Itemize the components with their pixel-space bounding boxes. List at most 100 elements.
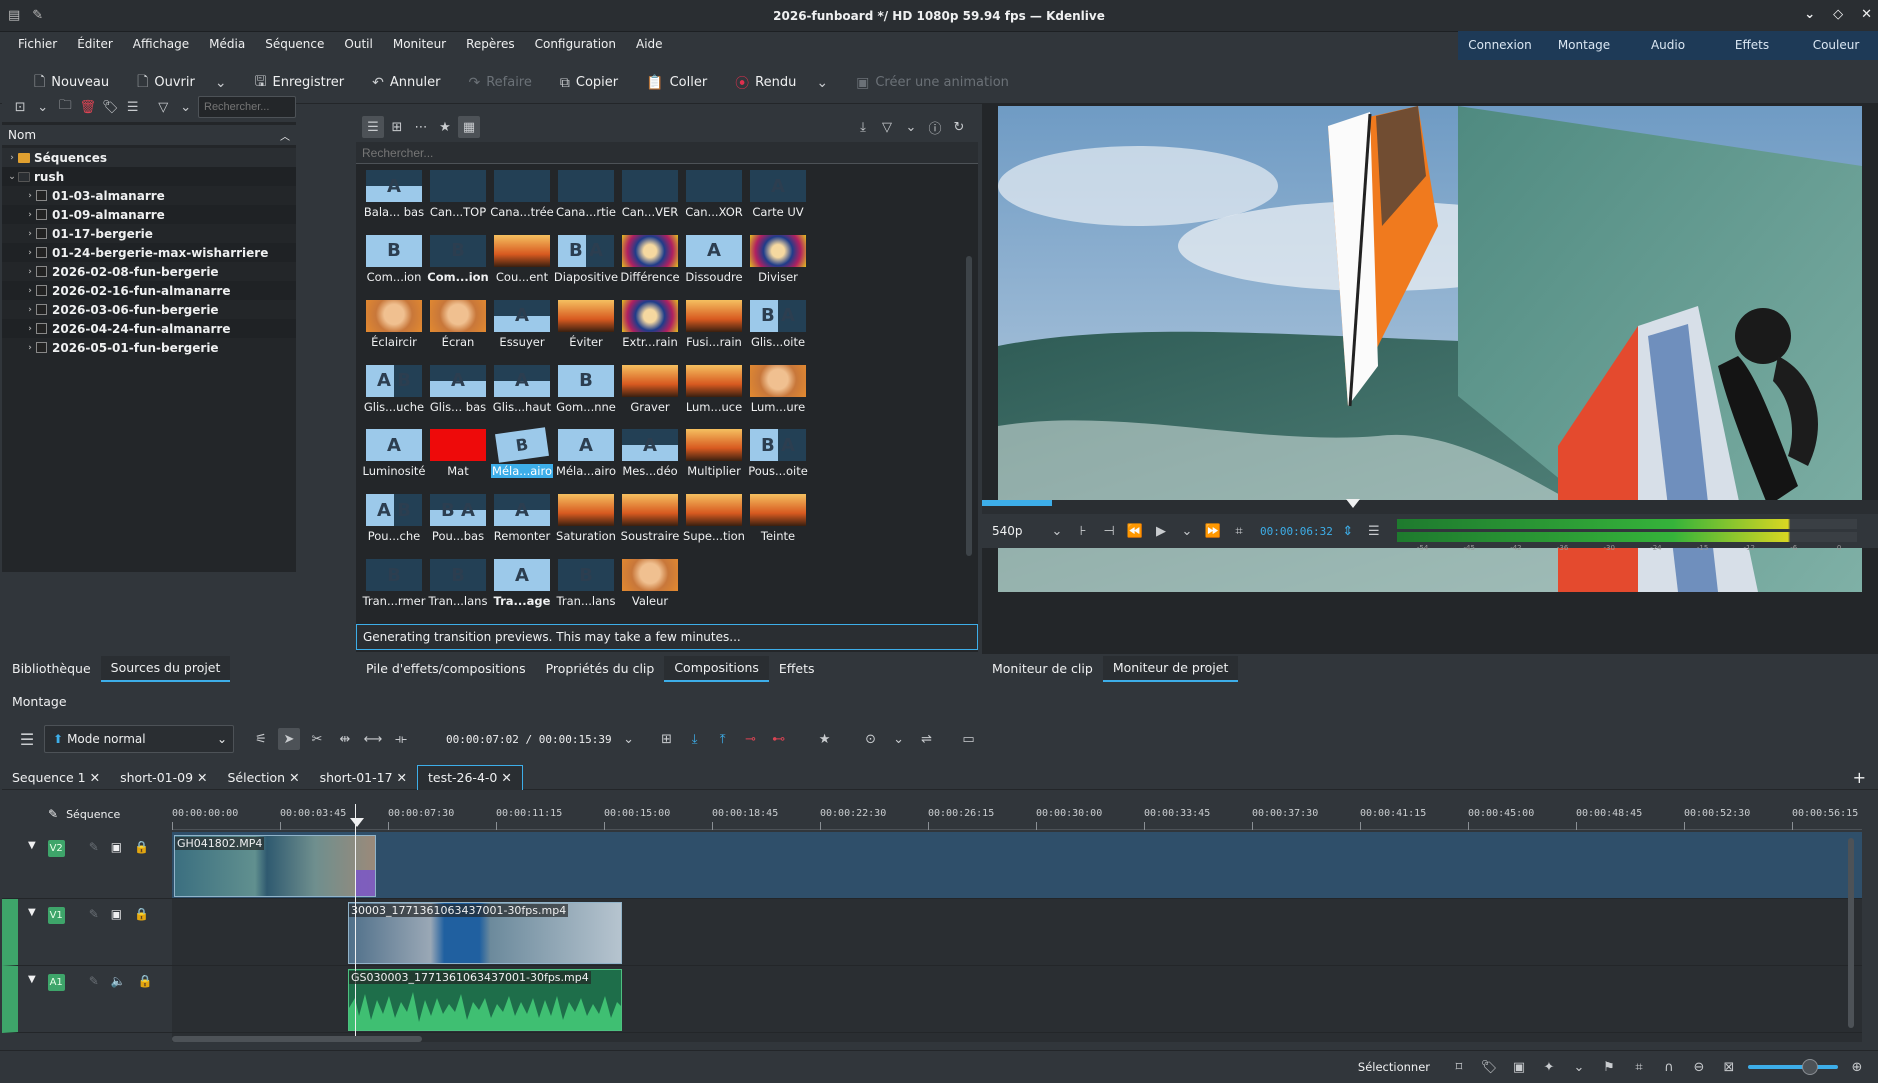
clip-item[interactable]: › 01-17-bergerie bbox=[2, 224, 296, 243]
tab-effect-stack[interactable]: Pile d'effets/compositions bbox=[356, 657, 536, 681]
clip-item[interactable]: › 2026-02-08-fun-bergerie bbox=[2, 262, 296, 281]
track-name[interactable]: V1 bbox=[47, 907, 65, 924]
composition-item[interactable]: Mat bbox=[426, 427, 490, 482]
chevron-right-icon[interactable]: › bbox=[24, 324, 36, 334]
zoom-fit-icon[interactable]: ⊠ bbox=[1718, 1056, 1740, 1078]
zoom-out-icon[interactable]: ⊖ bbox=[1688, 1056, 1710, 1078]
composition-item[interactable]: Éviter bbox=[554, 298, 618, 353]
effect-icon[interactable]: ✎ bbox=[89, 907, 99, 921]
menu-settings[interactable]: Configuration bbox=[525, 37, 626, 51]
tab-sequence[interactable]: Sélection ✕ bbox=[218, 766, 310, 790]
chevron-right-icon[interactable]: › bbox=[24, 191, 36, 201]
chevron-down-icon[interactable]: ⌄ bbox=[888, 728, 910, 750]
composition-item[interactable]: A Tra...age bbox=[490, 557, 554, 612]
composition-item[interactable]: A B Pou...che bbox=[362, 492, 426, 547]
composition-item[interactable]: Cana...trée bbox=[490, 168, 554, 223]
clip-item[interactable]: › 2026-04-24-fun-almanarre bbox=[2, 319, 296, 338]
tab-compositions[interactable]: Compositions bbox=[664, 656, 769, 682]
layout-color[interactable]: Couleur bbox=[1794, 31, 1878, 60]
mixer-icon[interactable]: ⇌ bbox=[916, 728, 938, 750]
redo-button[interactable]: ↷ Refaire bbox=[456, 68, 543, 98]
layout-audio[interactable]: Audio bbox=[1626, 31, 1710, 60]
bin-column-header[interactable]: Nom ︿ bbox=[2, 124, 296, 146]
composition-item[interactable]: A B Glis...uche bbox=[362, 363, 426, 418]
composition-item[interactable]: A Glis... bas bbox=[426, 363, 490, 418]
menu-edit[interactable]: Éditer bbox=[67, 37, 123, 51]
clip-item[interactable]: › 2026-02-16-fun-almanarre bbox=[2, 281, 296, 300]
set-in-icon[interactable]: ⊦ bbox=[1072, 520, 1094, 542]
more-icon[interactable]: ⋯ bbox=[410, 116, 432, 138]
razor-tool-icon[interactable]: ✂ bbox=[306, 728, 328, 750]
clip-item[interactable]: › 2026-03-06-fun-bergerie bbox=[2, 300, 296, 319]
chevron-down-icon[interactable]: ⌄ bbox=[1046, 520, 1068, 542]
zoom-in-icon[interactable]: ⊕ bbox=[1846, 1056, 1868, 1078]
composition-item[interactable]: B Gom...nne bbox=[554, 363, 618, 418]
spin-icon[interactable]: ⇕ bbox=[1337, 520, 1359, 542]
clip-item[interactable]: › 01-24-bergerie-max-wisharriere bbox=[2, 243, 296, 262]
chevron-down-icon[interactable]: ⌄ bbox=[176, 96, 197, 118]
composition-item[interactable]: Cana...rtie bbox=[554, 168, 618, 223]
tab-sequence[interactable]: Sequence 1 ✕ bbox=[2, 766, 110, 790]
chevron-down-icon[interactable]: ⌄ bbox=[1568, 1056, 1590, 1078]
track-name[interactable]: V2 bbox=[47, 840, 65, 857]
chevron-down-icon[interactable]: ⌄ bbox=[618, 728, 640, 750]
layout-editing[interactable]: Montage bbox=[1542, 31, 1626, 60]
clip-item[interactable]: › 2026-05-01-fun-bergerie bbox=[2, 338, 296, 357]
track-name[interactable]: A1 bbox=[47, 974, 65, 991]
composition-item[interactable]: Saturation bbox=[554, 492, 618, 547]
select-tool-icon[interactable]: ➤ bbox=[278, 728, 300, 750]
clip-a1[interactable]: GS030003_1771361063437001-30fps.mp4 bbox=[348, 969, 622, 1031]
composition-item[interactable]: A Luminosité bbox=[362, 427, 426, 482]
rewind-icon[interactable]: ⏪ bbox=[1124, 520, 1146, 542]
track-header-v2[interactable]: ▼ V2 ✎ ▣ 🔒 bbox=[2, 832, 172, 899]
composition-item[interactable]: A Bala... bas bbox=[362, 168, 426, 223]
create-animation-button[interactable]: ▣ Créer une animation bbox=[844, 68, 1021, 98]
composition-item[interactable]: Extr...rain bbox=[618, 298, 682, 353]
composition-item[interactable]: A Essuyer bbox=[490, 298, 554, 353]
chevron-down-icon[interactable]: ⌄ bbox=[33, 96, 54, 118]
hamburger-icon[interactable]: ☰ bbox=[16, 728, 38, 750]
thumbnail-icon[interactable]: ▣ bbox=[1508, 1056, 1530, 1078]
composition-item[interactable]: Éclaircir bbox=[362, 298, 426, 353]
tab-sequence-active[interactable]: test-26-4-0 ✕ bbox=[417, 765, 523, 790]
clip-v1[interactable]: 30003_1771361063437001-30fps.mp4 bbox=[348, 902, 622, 964]
set-out-icon[interactable]: ⊣ bbox=[1098, 520, 1120, 542]
app-icon[interactable]: ▤ bbox=[8, 8, 20, 23]
close-icon[interactable]: ✕ bbox=[1861, 7, 1872, 22]
menu-icon[interactable]: ☰ bbox=[123, 96, 144, 118]
edit-mode-select[interactable]: ⬆ Mode normal ⌄ bbox=[44, 725, 234, 753]
add-clip-icon[interactable]: ⊡ bbox=[10, 96, 31, 118]
close-icon[interactable]: ✕ bbox=[501, 770, 511, 785]
chevron-down-icon[interactable]: ⌄ bbox=[816, 75, 828, 91]
composition-item[interactable]: B Com...ion bbox=[362, 233, 426, 288]
ripple-tool-icon[interactable]: ⟷ bbox=[362, 728, 384, 750]
tab-project-sources[interactable]: Sources du projet bbox=[100, 656, 231, 682]
timeline-vscrollbar[interactable] bbox=[1848, 838, 1854, 1028]
magic-wand-icon[interactable]: ✎ bbox=[48, 807, 58, 821]
tab-effects[interactable]: Effets bbox=[769, 657, 825, 681]
snap-icon[interactable]: ⊞ bbox=[656, 728, 678, 750]
layout-logging[interactable]: Connexion bbox=[1458, 31, 1542, 60]
composition-item[interactable]: Différence bbox=[618, 233, 682, 288]
chevron-down-icon[interactable]: ▼ bbox=[28, 974, 36, 985]
chevron-right-icon[interactable]: › bbox=[24, 305, 36, 315]
effect-icon[interactable]: ✎ bbox=[89, 974, 99, 988]
forward-icon[interactable]: ⏩ bbox=[1202, 520, 1224, 542]
menu-monitor[interactable]: Moniteur bbox=[383, 37, 456, 51]
composition-item[interactable]: Diviser bbox=[746, 233, 810, 288]
composition-item[interactable]: A Carte UV bbox=[746, 168, 810, 223]
tab-project-monitor[interactable]: Moniteur de projet bbox=[1102, 656, 1239, 682]
compositions-search-input[interactable] bbox=[356, 142, 978, 164]
favorite-icon[interactable]: ★ bbox=[434, 116, 456, 138]
monitor-timecode[interactable]: 00:00:06:32 bbox=[1260, 525, 1333, 538]
menu-media[interactable]: Média bbox=[199, 37, 255, 51]
lock-icon[interactable]: 🔒 bbox=[134, 840, 149, 854]
composition-item[interactable]: A Mes...déo bbox=[618, 427, 682, 482]
chevron-down-icon[interactable]: ⌄ bbox=[215, 75, 227, 91]
menu-markers[interactable]: Repères bbox=[456, 37, 525, 51]
minimize-icon[interactable]: ⌄ bbox=[1804, 7, 1815, 22]
maximize-icon[interactable]: ◇ bbox=[1833, 7, 1843, 22]
bin-search-input[interactable] bbox=[198, 96, 296, 118]
composition-item[interactable]: Fusi...rain bbox=[682, 298, 746, 353]
tab-sequence[interactable]: short-01-17 ✕ bbox=[310, 766, 417, 790]
